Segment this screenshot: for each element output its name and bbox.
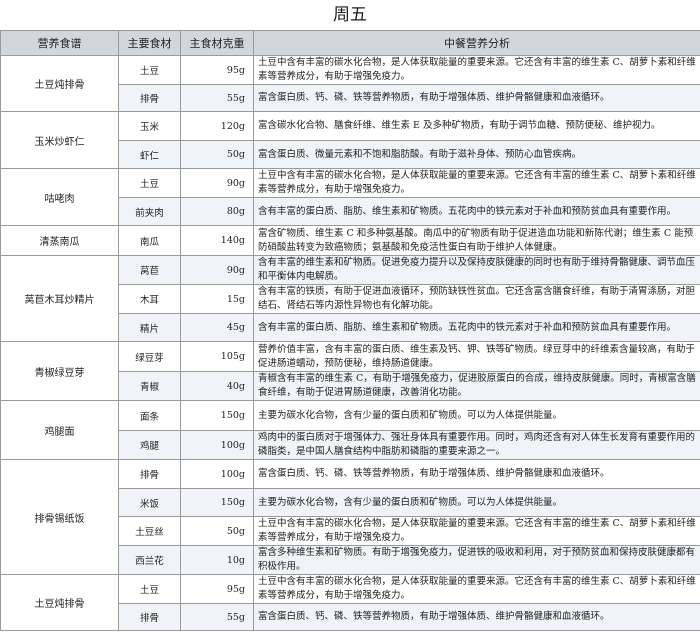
ingredient-weight: 80g: [180, 197, 254, 226]
ingredient-weight: 150g: [180, 400, 254, 431]
dish-name: 土豆炖排骨: [0, 574, 119, 631]
table-row: 清蒸南瓜 南瓜 140g 富含矿物质、维生素 C 和多种氨基酸。南瓜中的矿物质有助于促…: [0, 225, 700, 256]
nutrition-analysis: 富含蛋白质、钙、磷、铁等营养物质，有助于增强体质、维护骨骼健康和血液循环。: [253, 84, 700, 112]
ingredient-weight: 50g: [180, 140, 254, 169]
ingredient-name: 米饭: [118, 488, 181, 517]
dish-name: 咕咾肉: [0, 168, 119, 226]
dish-name: 清蒸南瓜: [0, 225, 119, 256]
header-ingredient: 主要食材: [118, 30, 181, 56]
ingredient-weight: 105g: [180, 341, 254, 372]
ingredient-name: 鸡腿: [118, 430, 181, 460]
ingredient-name: 土豆: [118, 168, 181, 198]
ingredient-weight: 90g: [180, 255, 254, 285]
nutrition-analysis: 富含多种维生素和矿物质。有助于增强免疫力，促进铁的吸收和利用，对于预防贫血和保持…: [253, 545, 700, 575]
nutrition-analysis: 土豆中含有丰富的碳水化合物，是人体获取能量的重要来源。它还含有丰富的维生素 C、…: [253, 574, 700, 604]
ingredient-name: 精片: [118, 313, 181, 342]
ingredient-weight: 40g: [180, 371, 254, 401]
table-row: 鸡腿面 面条 150g 主要为碳水化合物，含有少量的蛋白质和矿物质。可以为人体提供能量…: [0, 400, 700, 460]
table-row: 青椒绿豆芽 绿豆芽 105g 营养价值丰富，含有丰富的蛋白质、维生素及钙、钾、铁等矿物…: [0, 341, 700, 401]
header-analysis: 中餐营养分析: [253, 30, 700, 56]
page-title: 周五: [333, 5, 367, 25]
ingredient-name: 排骨: [118, 84, 181, 112]
ingredient-name: 西兰花: [118, 545, 181, 575]
nutrition-analysis: 土豆中含有丰富的碳水化合物，是人体获取能量的重要来源。它还含有丰富的维生素 C、…: [253, 55, 700, 85]
nutrition-analysis: 营养价值丰富，含有丰富的蛋白质、维生素及钙、钾、铁等矿物质。绿豆芽中的纤维素含量…: [253, 341, 700, 372]
ingredient-name: 青椒: [118, 371, 181, 401]
ingredient-name: 绿豆芽: [118, 341, 181, 372]
ingredient-weight: 50g: [180, 516, 254, 546]
ingredient-weight: 90g: [180, 168, 254, 198]
ingredient-name: 排骨: [118, 459, 181, 489]
dish-name: 鸡腿面: [0, 400, 119, 460]
nutrition-analysis: 富含蛋白质、钙、磷、铁等营养物质，有助于增强体质、维护骨骼健康和血液循环。: [253, 603, 700, 631]
ingredient-weight: 55g: [180, 603, 254, 631]
dish-name: 青椒绿豆芽: [0, 341, 119, 401]
ingredient-weight: 100g: [180, 430, 254, 460]
nutrition-analysis: 富含矿物质、维生素 C 和多种氨基酸。南瓜中的矿物质有助于促进造血功能和新陈代谢…: [253, 225, 700, 256]
ingredient-name: 虾仁: [118, 140, 181, 169]
nutrition-analysis: 含有丰富的蛋白质、脂肪、维生素和矿物质。五花肉中的铁元素对于补血和预防贫血具有重…: [253, 313, 700, 342]
ingredient-weight: 55g: [180, 84, 254, 112]
nutrition-analysis: 鸡肉中的蛋白质对于增强体力、强壮身体具有重要作用。同时，鸡肉还含有对人体生长发育…: [253, 430, 700, 460]
nutrition-analysis: 含有丰富的维生素和矿物质。促进免疫力提升以及保持皮肤健康的同时也有助于维持骨骼健…: [253, 255, 700, 285]
ingredient-weight: 15g: [180, 284, 254, 314]
ingredient-weight: 120g: [180, 111, 254, 141]
ingredient-name: 木耳: [118, 284, 181, 314]
nutrition-table: 营养食谱 主要食材 主食材克重 中餐营养分析 土豆炖排骨 土豆 95g 土豆中含有丰富…: [0, 30, 700, 631]
table-row: 土豆炖排骨 土豆 95g 土豆中含有丰富的碳水化合物，是人体获取能量的重要来源。它还含…: [0, 574, 700, 631]
dish-name: 莴苣木耳炒精片: [0, 255, 119, 342]
nutrition-analysis: 含有丰富的蛋白质、脂肪、维生素和矿物质。五花肉中的铁元素对于补血和预防贫血具有重…: [253, 197, 700, 226]
ingredient-weight: 95g: [180, 574, 254, 604]
ingredient-name: 排骨: [118, 603, 181, 631]
table-header-row: 营养食谱 主要食材 主食材克重 中餐营养分析: [0, 30, 700, 56]
nutrition-analysis: 富含碳水化合物、膳食纤维、维生素 E 及多种矿物质，有助于调节血糖、预防便秘、维…: [253, 111, 700, 141]
ingredient-weight: 100g: [180, 459, 254, 489]
dish-name: 排骨锡纸饭: [0, 459, 119, 575]
header-weight: 主食材克重: [180, 30, 254, 56]
dish-name: 土豆炖排骨: [0, 55, 119, 112]
dish-name: 玉米炒虾仁: [0, 111, 119, 169]
ingredient-name: 土豆丝: [118, 516, 181, 546]
nutrition-analysis: 青椒含有丰富的维生素 C，有助于增强免疫力，促进胶原蛋白的合成，维持皮肤健康。同…: [253, 371, 700, 401]
ingredient-name: 莴苣: [118, 255, 181, 285]
table-row: 咕咾肉 土豆 90g 土豆中含有丰富的碳水化合物，是人体获取能量的重要来源。它还含有丰…: [0, 168, 700, 226]
header-recipe: 营养食谱: [0, 30, 119, 56]
ingredient-weight: 150g: [180, 488, 254, 517]
ingredient-name: 土豆: [118, 55, 181, 85]
nutrition-analysis: 主要为碳水化合物，含有少量的蛋白质和矿物质。可以为人体提供能量。: [253, 400, 700, 431]
ingredient-name: 土豆: [118, 574, 181, 604]
ingredient-name: 玉米: [118, 111, 181, 141]
table-row: 土豆炖排骨 土豆 95g 土豆中含有丰富的碳水化合物，是人体获取能量的重要来源。它还含…: [0, 55, 700, 112]
nutrition-analysis: 富含蛋白质、钙、磷、铁等营养物质，有助于增强体质、维护骨骼健康和血液循环。: [253, 459, 700, 489]
table-row: 排骨锡纸饭 排骨 100g 富含蛋白质、钙、磷、铁等营养物质，有助于增强体质、维护骨骼…: [0, 459, 700, 575]
ingredient-weight: 140g: [180, 225, 254, 256]
ingredient-weight: 10g: [180, 545, 254, 575]
nutrition-analysis: 富含蛋白质、微量元素和不饱和脂肪酸。有助于滋补身体、预防心血管疾病。: [253, 140, 700, 169]
nutrition-analysis: 土豆中含有丰富的碳水化合物，是人体获取能量的重要来源。它还含有丰富的维生素 C、…: [253, 168, 700, 198]
table-row: 玉米炒虾仁 玉米 120g 富含碳水化合物、膳食纤维、维生素 E 及多种矿物质，有助于…: [0, 111, 700, 169]
ingredient-weight: 45g: [180, 313, 254, 342]
table-body: 土豆炖排骨 土豆 95g 土豆中含有丰富的碳水化合物，是人体获取能量的重要来源。它还含…: [0, 55, 700, 631]
nutrition-analysis: 含有丰富的铁质，有助于促进血液循环，预防缺铁性贫血。它还含富含膳食纤维，有助于清…: [253, 284, 700, 314]
ingredient-name: 面条: [118, 400, 181, 431]
ingredient-name: 南瓜: [118, 225, 181, 256]
nutrition-analysis: 土豆中含有丰富的碳水化合物，是人体获取能量的重要来源。它还含有丰富的维生素 C、…: [253, 516, 700, 546]
nutrition-analysis: 主要为碳水化合物，含有少量的蛋白质和矿物质。可以为人体提供能量。: [253, 488, 700, 517]
table-row: 莴苣木耳炒精片 莴苣 90g 含有丰富的维生素和矿物质。促进免疫力提升以及保持皮肤健康…: [0, 255, 700, 342]
ingredient-name: 前夹肉: [118, 197, 181, 226]
ingredient-weight: 95g: [180, 55, 254, 85]
